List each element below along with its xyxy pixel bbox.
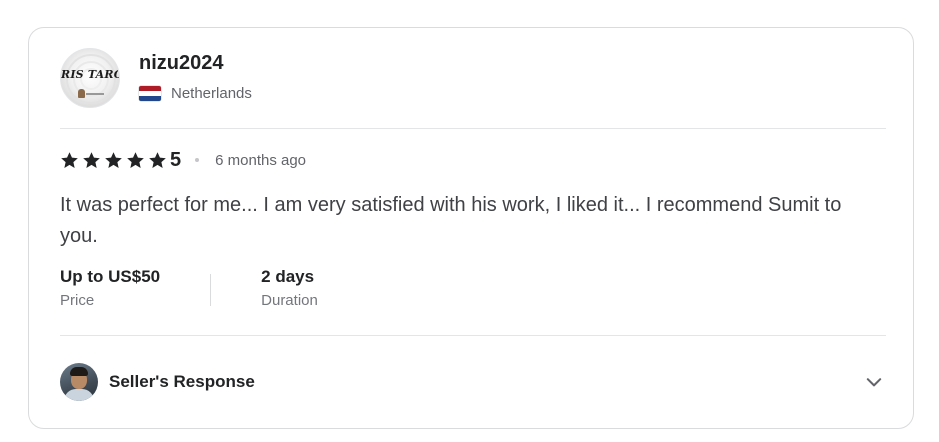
star-icon [61,151,78,168]
price-item: Up to US$50 Price [60,266,160,309]
sellers-response-toggle[interactable]: Seller's Response [60,362,886,402]
star-icon [105,151,122,168]
order-meta: Up to US$50 Price 2 days Duration [60,266,318,309]
star-rating [60,151,170,170]
duration-value: 2 days [261,267,315,286]
reviewer-username[interactable]: nizu2024 [139,51,252,75]
avatar-small-print [86,93,104,95]
reviewer-header: RIS TAROT nizu2024 Netherlands [60,48,252,108]
rating-row: 5 6 months ago [60,149,306,171]
sellers-response-label: Seller's Response [109,372,255,391]
meta-divider [210,274,212,306]
reviewer-avatar[interactable]: RIS TAROT [60,48,120,108]
seller-avatar [60,363,98,401]
duration-label: Duration [261,292,318,309]
star-icon [83,151,100,168]
star-icon [149,151,166,168]
duration-item: 2 days Duration [261,266,318,309]
avatar-logo-text: RIS TAROT [61,68,119,81]
review-card: RIS TAROT nizu2024 Netherlands 5 6 month… [28,27,914,429]
separator-dot [195,158,200,162]
price-label: Price [60,292,95,309]
reviewer-country: Netherlands [171,85,252,102]
avatar-figure [78,89,85,98]
review-time-ago: 6 months ago [215,151,307,169]
chevron-down-icon[interactable] [865,373,883,391]
review-body-text: It was perfect for me... I am very satis… [60,194,842,247]
header-divider [60,128,886,129]
response-divider [60,335,886,336]
netherlands-flag-icon [139,86,161,101]
star-icon [127,151,144,168]
price-value: Up to US$50 [60,267,161,286]
reviewer-info: nizu2024 Netherlands [139,51,252,102]
rating-value: 5 [170,148,182,171]
reviewer-country-row: Netherlands [139,85,252,102]
